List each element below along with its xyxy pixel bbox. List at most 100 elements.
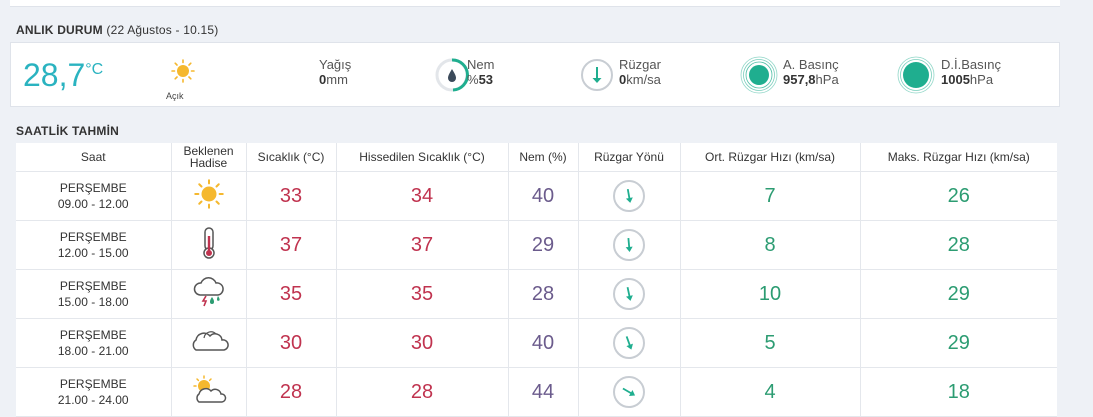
header-temp: Sıcaklık (°C) <box>246 143 337 172</box>
forecast-row: PERŞEMBE 18.00 - 21.00 30 30 40 5 29 <box>16 318 1057 368</box>
header-condition: Beklenen Hadise <box>171 143 247 172</box>
sea-pressure-metric: D.İ.Basınç 1005hPa <box>941 57 1001 87</box>
row-feels: 35 <box>336 269 509 319</box>
row-day: PERŞEMBE <box>59 377 127 391</box>
forecast-header-row: Saat Beklenen Hadise Sıcaklık (°C) Hisse… <box>16 143 1057 172</box>
row-feels: 30 <box>336 318 509 368</box>
row-wind-dir <box>578 171 681 221</box>
forecast-table: Saat Beklenen Hadise Sıcaklık (°C) Hisse… <box>16 143 1057 417</box>
row-time: PERŞEMBE 09.00 - 12.00 <box>16 171 172 221</box>
humidity-metric: Nem %53 <box>467 57 495 87</box>
row-hours: 21.00 - 24.00 <box>57 393 129 407</box>
header-max-wind: Maks. Rüzgar Hızı (km/sa) <box>860 143 1057 172</box>
row-humidity: 40 <box>508 318 579 368</box>
header-feels: Hissedilen Sıcaklık (°C) <box>336 143 509 172</box>
row-time: PERŞEMBE 15.00 - 18.00 <box>16 269 172 319</box>
row-avg-wind: 7 <box>680 171 861 221</box>
row-avg-wind: 10 <box>680 269 861 319</box>
row-temp: 30 <box>246 318 337 368</box>
row-feels: 34 <box>336 171 509 221</box>
row-feels: 37 <box>336 220 509 270</box>
row-temp: 33 <box>246 171 337 221</box>
wind-arrow-icon <box>625 237 633 252</box>
header-wind-dir: Rüzgar Yönü <box>578 143 681 172</box>
wind-arrow-icon <box>625 336 633 350</box>
forecast-title: SAATLİK TAHMİN <box>16 124 120 138</box>
current-temperature: 28,7°C <box>23 57 104 93</box>
row-temp: 35 <box>246 269 337 319</box>
wind-direction-icon <box>579 57 615 98</box>
forecast-row: PERŞEMBE 15.00 - 18.00 35 35 28 10 29 <box>16 269 1057 319</box>
pressure-metric: A. Basınç 957,8hPa <box>783 57 839 87</box>
wind-direction-indicator <box>613 180 645 212</box>
top-panel-edge <box>10 0 1060 7</box>
forecast-row: PERŞEMBE 21.00 - 24.00 28 28 44 4 18 <box>16 367 1057 417</box>
row-time: PERŞEMBE 12.00 - 15.00 <box>16 220 172 270</box>
row-humidity: 29 <box>508 220 579 270</box>
row-max-wind: 29 <box>860 269 1057 319</box>
row-day: PERŞEMBE <box>59 328 127 342</box>
rain-metric: Yağış 0mm <box>319 57 352 87</box>
thermometer-icon <box>171 220 247 270</box>
row-avg-wind: 8 <box>680 220 861 270</box>
row-wind-dir <box>578 367 681 417</box>
row-day: PERŞEMBE <box>59 181 127 195</box>
row-temp: 37 <box>246 220 337 270</box>
header-time: Saat <box>16 143 172 172</box>
row-humidity: 44 <box>508 367 579 417</box>
row-day: PERŞEMBE <box>59 279 127 293</box>
row-wind-dir <box>578 318 681 368</box>
cloud-icon <box>171 318 247 368</box>
row-hours: 18.00 - 21.00 <box>57 344 129 358</box>
wind-direction-indicator <box>613 376 645 408</box>
row-wind-dir <box>578 269 681 319</box>
humidity-gauge-icon <box>434 57 470 98</box>
header-humidity: Nem (%) <box>508 143 579 172</box>
pressure-value: 957,8 <box>783 72 816 87</box>
wind-arrow-icon <box>622 387 636 397</box>
condition-label: Açık <box>166 91 184 101</box>
wind-metric: Rüzgar 0km/sa <box>619 57 661 87</box>
row-hours: 12.00 - 15.00 <box>57 246 129 260</box>
wind-arrow-icon <box>625 286 633 301</box>
row-max-wind: 18 <box>860 367 1057 417</box>
wind-direction-indicator <box>613 327 645 359</box>
row-max-wind: 26 <box>860 171 1057 221</box>
pressure-gauge-icon <box>739 55 779 100</box>
header-avg-wind: Ort. Rüzgar Hızı (km/sa) <box>680 143 861 172</box>
sun-icon <box>171 59 195 88</box>
forecast-row: PERŞEMBE 12.00 - 15.00 37 37 29 8 28 <box>16 220 1057 270</box>
row-humidity: 40 <box>508 171 579 221</box>
humidity-label: Nem <box>467 57 495 72</box>
row-time: PERŞEMBE 21.00 - 24.00 <box>16 367 172 417</box>
partly-cloudy-icon <box>171 367 247 417</box>
current-date: (22 Ağustos - 10.15) <box>106 23 219 37</box>
row-temp: 28 <box>246 367 337 417</box>
wind-direction-indicator <box>613 278 645 310</box>
pressure-label: A. Basınç <box>783 57 839 72</box>
rain-label: Yağış <box>319 57 352 72</box>
row-avg-wind: 5 <box>680 318 861 368</box>
sun-icon <box>171 171 247 221</box>
wind-direction-indicator <box>613 229 645 261</box>
current-title: ANLIK DURUM (22 Ağustos - 10.15) <box>16 23 219 37</box>
humidity-value: 53 <box>478 72 494 87</box>
row-hours: 09.00 - 12.00 <box>57 197 129 211</box>
row-hours: 15.00 - 18.00 <box>57 295 129 309</box>
row-humidity: 28 <box>508 269 579 319</box>
row-feels: 28 <box>336 367 509 417</box>
wind-label: Rüzgar <box>619 57 661 72</box>
row-max-wind: 29 <box>860 318 1057 368</box>
current-conditions-panel: 28,7°C Açık Yağış 0mm Nem %53 Rüzgar 0km… <box>10 42 1060 107</box>
thunderstorm-icon <box>171 269 247 319</box>
sea-pressure-gauge-icon <box>896 55 936 100</box>
wind-arrow-icon <box>625 188 633 203</box>
row-avg-wind: 4 <box>680 367 861 417</box>
row-time: PERŞEMBE 18.00 - 21.00 <box>16 318 172 368</box>
row-day: PERŞEMBE <box>59 230 127 244</box>
forecast-table-wrapper: Saat Beklenen Hadise Sıcaklık (°C) Hisse… <box>16 143 1057 417</box>
sea-pressure-label: D.İ.Basınç <box>941 57 1001 72</box>
row-wind-dir <box>578 220 681 270</box>
forecast-row: PERŞEMBE 09.00 - 12.00 33 34 40 7 26 <box>16 171 1057 221</box>
row-max-wind: 28 <box>860 220 1057 270</box>
